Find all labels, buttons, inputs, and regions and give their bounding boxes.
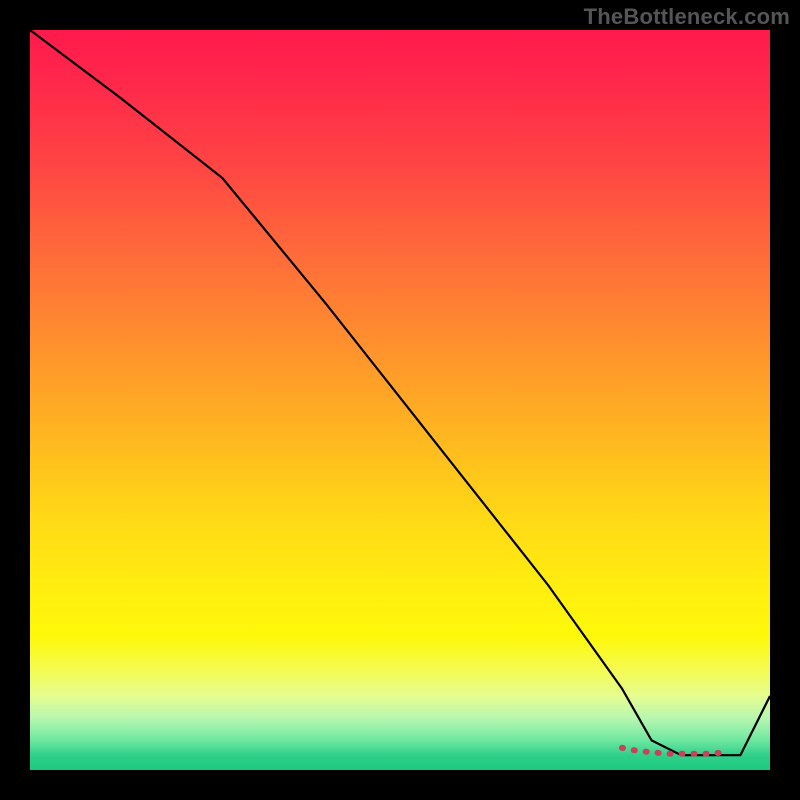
- bottleneck-curve: [30, 30, 770, 755]
- chart-frame: TheBottleneck.com: [0, 0, 800, 800]
- plot-area: [30, 30, 770, 770]
- line-layer: [30, 30, 770, 770]
- watermark-text: TheBottleneck.com: [584, 4, 790, 30]
